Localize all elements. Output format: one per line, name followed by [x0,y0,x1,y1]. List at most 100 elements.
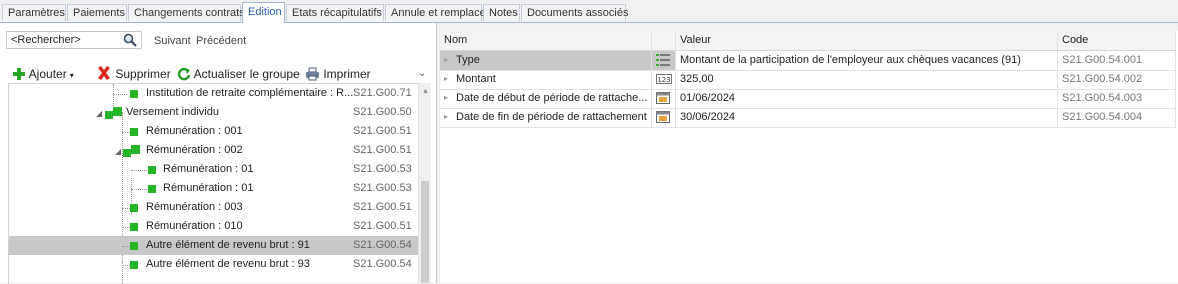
node-icon [148,166,156,174]
scroll-thumb[interactable] [421,181,429,283]
next-link[interactable]: Suivant [154,35,191,47]
tab-changements-contrats[interactable]: Changements contrats [128,4,245,21]
tree-row-label: Versement individu [126,106,219,118]
grid-cell-code: S21.G00.54.003 [1058,89,1176,108]
tree-row-label: Rémunération : 01 [163,163,254,175]
svg-text:123: 123 [657,76,670,84]
tab-bar: Paramètres Paiements Changements contrat… [0,0,1178,23]
tree-row[interactable]: Autre élément de revenu brut : 93 S21.G0… [9,255,419,274]
printer-icon [306,67,319,81]
tab-parametres[interactable]: Paramètres [2,4,66,21]
tree-row-code: S21.G00.51 [353,201,412,213]
tree-row-selected[interactable]: Autre élément de revenu brut : 91 S21.G0… [9,236,419,255]
tab-paiements[interactable]: Paiements [67,4,127,21]
grid-row[interactable]: ▸ Montant 123 325,00 S21.G00.54.002 [440,70,1176,90]
group-node-icon [113,107,122,116]
tab-notes[interactable]: Notes [483,4,520,21]
grid-row[interactable]: ▸ Date de fin de période de rattachement … [440,108,1176,128]
node-icon [148,185,156,193]
tab-edition[interactable]: Edition [242,2,285,23]
refresh-group-button[interactable]: Actualiser le groupe [177,65,300,83]
previous-link[interactable]: Précédent [196,35,246,47]
row-expand-arrow-icon: ▸ [444,74,449,83]
tree-row-label: Institution de retraite complémentaire :… [146,87,354,99]
tree-row-label: Autre élément de revenu brut : 93 [146,258,310,270]
tree-row-code: S21.G00.51 [353,125,412,137]
column-header-icon [652,31,676,50]
tree-row[interactable]: Rémunération : 001 S21.G00.51 [9,122,419,141]
node-icon [130,261,138,269]
tree-row-code: S21.G00.51 [353,220,412,232]
delete-button[interactable]: Supprimer [96,65,171,83]
tab-annule-et-remplace[interactable]: Annule et remplace [385,4,486,21]
add-label: Ajouter [28,67,67,81]
row-expand-arrow-icon: ▸ [444,55,449,64]
column-header-code[interactable]: Code [1058,31,1176,50]
tree-row[interactable]: Rémunération : 01 S21.G00.53 [9,160,419,179]
tree-row[interactable]: Rémunération : 01 S21.G00.53 [9,179,419,198]
group-node-icon [105,111,113,119]
toolbar-overflow-chevron-icon[interactable]: ⌄ [418,65,426,83]
delete-x-icon [98,66,110,80]
add-button[interactable]: Ajouter ▾ [12,65,74,83]
properties-grid: Nom Valeur Code ▸ Type Montant de la part… [440,31,1178,283]
plus-icon [13,68,25,80]
refresh-icon [177,67,191,81]
node-icon [130,242,138,250]
tree-connector [113,94,127,95]
column-header-nom[interactable]: Nom [440,31,652,50]
print-button[interactable]: Imprimer [305,65,371,83]
scroll-up-arrow-icon[interactable]: ▲ [422,88,429,95]
search-input[interactable]: <Rechercher> [6,31,142,49]
tree-row[interactable]: ◢ Versement individu S21.G00.50 [9,103,419,122]
tree-row-label: Rémunération : 003 [146,201,243,213]
calendar-icon [652,89,676,108]
collapse-arrow-icon[interactable]: ◢ [96,104,102,123]
grid-cell-nom: ▸ Type [440,51,652,70]
tree-connector [122,227,130,228]
column-header-valeur[interactable]: Valeur [676,31,1058,50]
group-node-icon [123,149,131,157]
row-expand-arrow-icon: ▸ [444,93,449,102]
tree-panel: <Rechercher> Suivant Précédent Ajouter ▾ … [0,23,437,284]
search-icon[interactable] [123,33,137,47]
tree-row[interactable]: Rémunération : 003 S21.G00.51 [9,198,419,217]
tree-connector [131,170,147,171]
tree-connector [122,208,130,209]
tree-scrollbar[interactable]: ▲ [418,83,431,283]
tree-row-code: S21.G00.54 [353,239,412,251]
tree-row-code: S21.G00.50 [353,106,412,118]
group-node-icon [131,145,140,154]
calendar-icon [652,108,676,127]
collapse-arrow-icon[interactable]: ◢ [115,142,121,161]
grid-row-selected[interactable]: ▸ Type Montant de la participation de l'e… [440,51,1176,71]
tree-connector [122,265,130,266]
tree-connector [122,246,130,247]
grid-row[interactable]: ▸ Date de début de période de rattache...… [440,89,1176,109]
grid-cell-nom: ▸ Montant [440,70,652,89]
tree-view[interactable]: Institution de retraite complémentaire :… [8,83,419,284]
tab-documents-associes[interactable]: Documents associés [521,4,629,21]
tab-etats-recapitulatifs[interactable]: Etats récapitulatifs [286,4,384,21]
tree-row-code: S21.G00.54 [353,258,412,270]
tree-row-label: Rémunération : 001 [146,125,243,137]
grid-cell-valeur[interactable]: 325,00 [676,70,1058,89]
grid-cell-valeur[interactable]: 01/06/2024 [676,89,1058,108]
tree-row[interactable]: Rémunération : 010 S21.G00.51 [9,217,419,236]
tree-row-label: Rémunération : 010 [146,220,243,232]
tree-row-label: Rémunération : 01 [163,182,254,194]
tree-connector [131,189,147,190]
delete-label: Supprimer [115,67,171,81]
number-icon: 123 [652,70,676,89]
grid-cell-code: S21.G00.54.004 [1058,108,1176,127]
list-icon [652,51,676,70]
grid-cell-nom: ▸ Date de début de période de rattache... [440,89,652,108]
tree-row-code: S21.G00.53 [353,163,412,175]
tree-row[interactable]: Institution de retraite complémentaire :… [9,84,419,103]
grid-cell-valeur[interactable]: 30/06/2024 [676,108,1058,127]
tree-row[interactable]: ◢ Rémunération : 002 S21.G00.51 [9,141,419,160]
grid-header: Nom Valeur Code [440,31,1176,51]
grid-cell-valeur[interactable]: Montant de la participation de l'employe… [676,51,1058,70]
grid-cell-code: S21.G00.54.001 [1058,51,1176,70]
tree-connector [122,132,130,133]
